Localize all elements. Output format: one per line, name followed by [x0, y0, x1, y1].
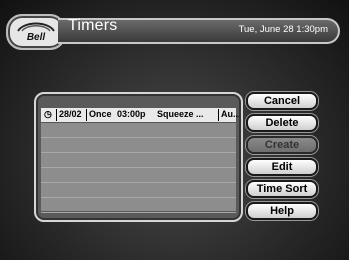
empty-row[interactable]	[41, 138, 236, 153]
logo-text: Bell	[26, 32, 46, 43]
edit-button[interactable]: Edit	[246, 158, 318, 176]
time-sort-button[interactable]: Time Sort	[246, 180, 318, 198]
bell-logo: Bell	[6, 14, 66, 50]
empty-row[interactable]	[41, 123, 236, 138]
timer-time: 03:00p	[117, 109, 146, 119]
cancel-button[interactable]: Cancel	[246, 92, 318, 110]
clock-icon: ◷	[44, 109, 52, 119]
timer-program: Squeeze ...	[157, 109, 204, 119]
empty-row[interactable]	[41, 198, 236, 213]
screen: Bell Timers Tue, June 28 1:30pm ◷ 28/02 …	[0, 0, 349, 260]
delete-button[interactable]: Delete	[246, 114, 318, 132]
header: Bell Timers Tue, June 28 1:30pm	[6, 12, 340, 50]
help-button[interactable]: Help	[246, 202, 318, 220]
title-bar: Timers Tue, June 28 1:30pm	[58, 17, 340, 44]
timer-row[interactable]: ◷ 28/02 Once 03:00p Squeeze ... Au...	[41, 108, 239, 123]
create-button[interactable]: Create	[246, 136, 318, 154]
timer-date: 28/02	[56, 109, 89, 121]
date-time: Tue, June 28 1:30pm	[238, 24, 328, 35]
empty-row[interactable]	[41, 183, 236, 198]
timer-frequency: Once	[86, 109, 117, 121]
timer-channel: Au...	[218, 109, 239, 121]
empty-row[interactable]	[41, 168, 236, 183]
timer-list-panel: ◷ 28/02 Once 03:00p Squeeze ... Au...	[34, 92, 243, 222]
timer-list: ◷ 28/02 Once 03:00p Squeeze ... Au...	[41, 108, 239, 213]
bell-satellite-icon	[17, 22, 55, 32]
page-title: Timers	[68, 17, 118, 34]
empty-row[interactable]	[41, 153, 236, 168]
